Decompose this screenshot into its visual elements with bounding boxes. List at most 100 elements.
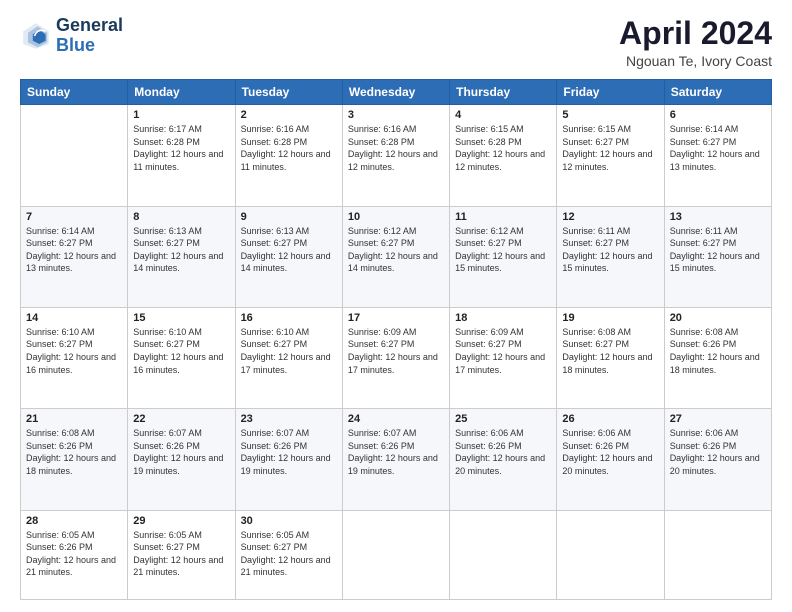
calendar-cell: 17 Sunrise: 6:09 AMSunset: 6:27 PMDayligh… xyxy=(342,307,449,408)
day-number: 15 xyxy=(133,312,229,324)
calendar-cell: 21 Sunrise: 6:08 AMSunset: 6:26 PMDayligh… xyxy=(21,409,128,510)
calendar-table: SundayMondayTuesdayWednesdayThursdayFrid… xyxy=(20,79,772,600)
calendar-cell: 13Sunrise: 6:11 AMSunset: 6:27 PMDayligh… xyxy=(664,206,771,307)
day-number: 22 xyxy=(133,413,229,425)
day-info: Sunrise: 6:11 AMSunset: 6:27 PMDaylight:… xyxy=(670,225,766,275)
day-info: Sunrise: 6:15 AMSunset: 6:27 PMDaylight:… xyxy=(562,123,658,173)
day-info: Sunrise: 6:11 AMSunset: 6:27 PMDaylight:… xyxy=(562,225,658,275)
logo-line2: Blue xyxy=(56,35,95,55)
day-info: Sunrise: 6:07 AMSunset: 6:26 PMDaylight:… xyxy=(348,427,444,477)
day-number: 3 xyxy=(348,109,444,121)
day-number: 9 xyxy=(241,211,337,223)
day-number: 16 xyxy=(241,312,337,324)
calendar-cell: 8 Sunrise: 6:13 AMSunset: 6:27 PMDaylight… xyxy=(128,206,235,307)
calendar-cell: 14 Sunrise: 6:10 AMSunset: 6:27 PMDayligh… xyxy=(21,307,128,408)
day-info: Sunrise: 6:14 AMSunset: 6:27 PMDaylight:… xyxy=(26,225,122,275)
calendar-cell: 26Sunrise: 6:06 AMSunset: 6:26 PMDayligh… xyxy=(557,409,664,510)
day-number: 29 xyxy=(133,515,229,527)
day-number: 1 xyxy=(133,109,229,121)
day-number: 21 xyxy=(26,413,122,425)
day-info: Sunrise: 6:09 AMSunset: 6:27 PMDaylight:… xyxy=(348,326,444,376)
day-number: 23 xyxy=(241,413,337,425)
header-day-wednesday: Wednesday xyxy=(342,80,449,105)
day-number: 25 xyxy=(455,413,551,425)
main-title: April 2024 xyxy=(619,16,772,51)
day-info: Sunrise: 6:07 AMSunset: 6:26 PMDaylight:… xyxy=(133,427,229,477)
calendar-cell: 24Sunrise: 6:07 AMSunset: 6:26 PMDayligh… xyxy=(342,409,449,510)
day-info: Sunrise: 6:06 AMSunset: 6:26 PMDaylight:… xyxy=(562,427,658,477)
calendar-cell: 18 Sunrise: 6:09 AMSunset: 6:27 PMDayligh… xyxy=(450,307,557,408)
day-info: Sunrise: 6:17 AMSunset: 6:28 PMDaylight:… xyxy=(133,123,229,173)
calendar-cell: 27 Sunrise: 6:06 AMSunset: 6:26 PMDayligh… xyxy=(664,409,771,510)
day-number: 18 xyxy=(455,312,551,324)
calendar-cell xyxy=(450,510,557,599)
header-day-thursday: Thursday xyxy=(450,80,557,105)
day-info: Sunrise: 6:08 AMSunset: 6:27 PMDaylight:… xyxy=(562,326,658,376)
header-day-monday: Monday xyxy=(128,80,235,105)
calendar-cell: 3 Sunrise: 6:16 AMSunset: 6:28 PMDaylight… xyxy=(342,105,449,206)
page: General Blue April 2024 Ngouan Te, Ivory… xyxy=(0,0,792,612)
day-info: Sunrise: 6:13 AMSunset: 6:27 PMDaylight:… xyxy=(133,225,229,275)
calendar-cell: 9 Sunrise: 6:13 AMSunset: 6:27 PMDaylight… xyxy=(235,206,342,307)
day-number: 28 xyxy=(26,515,122,527)
day-info: Sunrise: 6:16 AMSunset: 6:28 PMDaylight:… xyxy=(241,123,337,173)
calendar-cell: 10 Sunrise: 6:12 AMSunset: 6:27 PMDayligh… xyxy=(342,206,449,307)
day-info: Sunrise: 6:06 AMSunset: 6:26 PMDaylight:… xyxy=(455,427,551,477)
day-number: 4 xyxy=(455,109,551,121)
day-number: 5 xyxy=(562,109,658,121)
header-day-sunday: Sunday xyxy=(21,80,128,105)
day-number: 19 xyxy=(562,312,658,324)
calendar-cell: 11 Sunrise: 6:12 AMSunset: 6:27 PMDayligh… xyxy=(450,206,557,307)
calendar-cell xyxy=(557,510,664,599)
week-row-4: 21 Sunrise: 6:08 AMSunset: 6:26 PMDayligh… xyxy=(21,409,772,510)
subtitle: Ngouan Te, Ivory Coast xyxy=(619,53,772,69)
day-number: 11 xyxy=(455,211,551,223)
day-info: Sunrise: 6:15 AMSunset: 6:28 PMDaylight:… xyxy=(455,123,551,173)
calendar-cell: 4 Sunrise: 6:15 AMSunset: 6:28 PMDaylight… xyxy=(450,105,557,206)
calendar-cell: 1 Sunrise: 6:17 AMSunset: 6:28 PMDaylight… xyxy=(128,105,235,206)
day-number: 27 xyxy=(670,413,766,425)
calendar-cell: 16 Sunrise: 6:10 AMSunset: 6:27 PMDayligh… xyxy=(235,307,342,408)
day-info: Sunrise: 6:08 AMSunset: 6:26 PMDaylight:… xyxy=(26,427,122,477)
header-row: SundayMondayTuesdayWednesdayThursdayFrid… xyxy=(21,80,772,105)
day-info: Sunrise: 6:05 AMSunset: 6:26 PMDaylight:… xyxy=(26,529,122,579)
calendar-cell: 23Sunrise: 6:07 AMSunset: 6:26 PMDayligh… xyxy=(235,409,342,510)
day-info: Sunrise: 6:05 AMSunset: 6:27 PMDaylight:… xyxy=(133,529,229,579)
day-info: Sunrise: 6:05 AMSunset: 6:27 PMDaylight:… xyxy=(241,529,337,579)
day-number: 20 xyxy=(670,312,766,324)
day-info: Sunrise: 6:06 AMSunset: 6:26 PMDaylight:… xyxy=(670,427,766,477)
calendar-cell: 6Sunrise: 6:14 AMSunset: 6:27 PMDaylight… xyxy=(664,105,771,206)
day-number: 17 xyxy=(348,312,444,324)
calendar-cell xyxy=(21,105,128,206)
title-block: April 2024 Ngouan Te, Ivory Coast xyxy=(619,16,772,69)
day-number: 10 xyxy=(348,211,444,223)
calendar-cell: 22 Sunrise: 6:07 AMSunset: 6:26 PMDayligh… xyxy=(128,409,235,510)
week-row-2: 7 Sunrise: 6:14 AMSunset: 6:27 PMDaylight… xyxy=(21,206,772,307)
logo-line1: General xyxy=(56,15,123,35)
calendar-cell: 30 Sunrise: 6:05 AMSunset: 6:27 PMDayligh… xyxy=(235,510,342,599)
day-number: 7 xyxy=(26,211,122,223)
day-info: Sunrise: 6:10 AMSunset: 6:27 PMDaylight:… xyxy=(241,326,337,376)
calendar-cell: 19 Sunrise: 6:08 AMSunset: 6:27 PMDayligh… xyxy=(557,307,664,408)
calendar-cell: 20Sunrise: 6:08 AMSunset: 6:26 PMDayligh… xyxy=(664,307,771,408)
week-row-3: 14 Sunrise: 6:10 AMSunset: 6:27 PMDayligh… xyxy=(21,307,772,408)
logo-text: General Blue xyxy=(56,16,123,56)
day-number: 30 xyxy=(241,515,337,527)
calendar-cell: 2 Sunrise: 6:16 AMSunset: 6:28 PMDaylight… xyxy=(235,105,342,206)
day-info: Sunrise: 6:12 AMSunset: 6:27 PMDaylight:… xyxy=(455,225,551,275)
calendar-cell: 15Sunrise: 6:10 AMSunset: 6:27 PMDayligh… xyxy=(128,307,235,408)
header-day-friday: Friday xyxy=(557,80,664,105)
day-info: Sunrise: 6:13 AMSunset: 6:27 PMDaylight:… xyxy=(241,225,337,275)
day-number: 12 xyxy=(562,211,658,223)
day-number: 2 xyxy=(241,109,337,121)
day-info: Sunrise: 6:10 AMSunset: 6:27 PMDaylight:… xyxy=(26,326,122,376)
day-info: Sunrise: 6:12 AMSunset: 6:27 PMDaylight:… xyxy=(348,225,444,275)
day-number: 14 xyxy=(26,312,122,324)
week-row-5: 28 Sunrise: 6:05 AMSunset: 6:26 PMDayligh… xyxy=(21,510,772,599)
day-info: Sunrise: 6:09 AMSunset: 6:27 PMDaylight:… xyxy=(455,326,551,376)
calendar-cell xyxy=(664,510,771,599)
day-info: Sunrise: 6:16 AMSunset: 6:28 PMDaylight:… xyxy=(348,123,444,173)
day-number: 8 xyxy=(133,211,229,223)
calendar-cell: 25 Sunrise: 6:06 AMSunset: 6:26 PMDayligh… xyxy=(450,409,557,510)
calendar-cell xyxy=(342,510,449,599)
